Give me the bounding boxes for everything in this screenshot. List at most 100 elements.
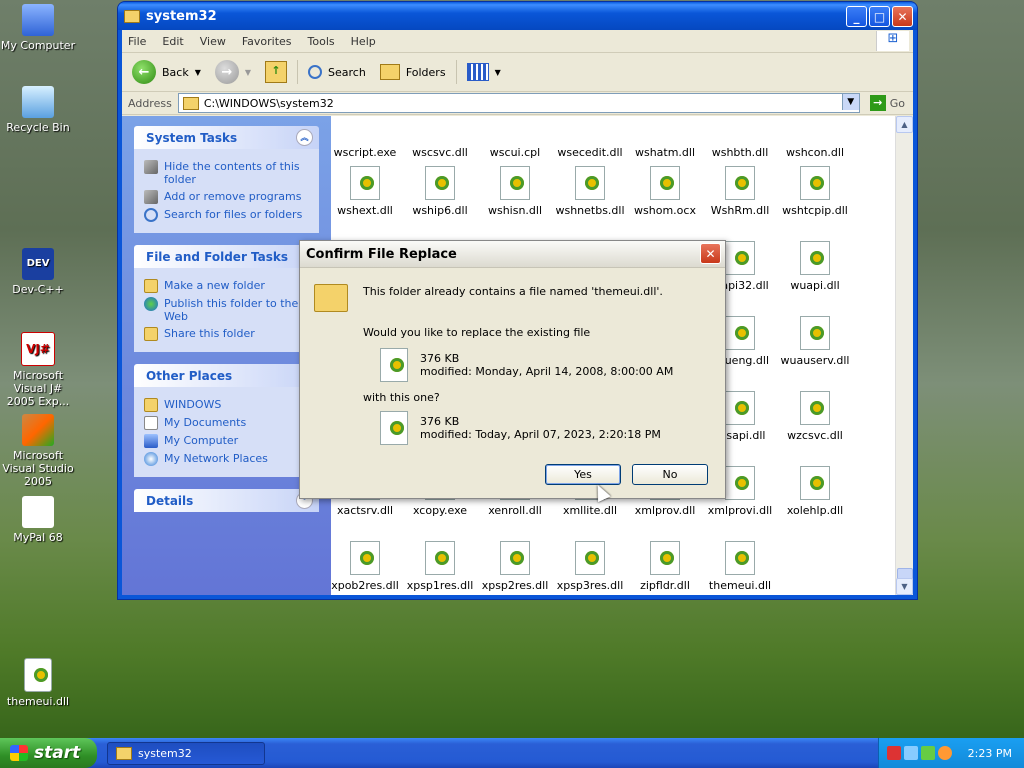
- file-item[interactable]: xpob2res.dll: [331, 541, 404, 592]
- clock[interactable]: 2:23 PM: [968, 747, 1012, 760]
- scroll-down-icon[interactable]: ▼: [896, 578, 913, 595]
- menu-favorites[interactable]: Favorites: [242, 35, 292, 48]
- maximize-button[interactable]: □: [869, 6, 890, 27]
- file-item[interactable]: wzcsvc.dll: [776, 391, 854, 442]
- task-publish-web[interactable]: Publish this folder to the Web: [144, 297, 309, 323]
- dll-file-icon: [575, 166, 605, 200]
- forward-dropdown-icon[interactable]: ▼: [245, 68, 251, 77]
- taskbar-item-system32[interactable]: system32: [107, 741, 265, 765]
- file-name: wshnetbs.dll: [555, 204, 625, 217]
- file-item[interactable]: wscsvc.dll: [401, 116, 479, 159]
- file-item[interactable]: wship6.dll: [401, 166, 479, 217]
- desktop-icon-label: Microsoft Visual Studio 2005: [2, 449, 74, 488]
- menu-help[interactable]: Help: [351, 35, 376, 48]
- mypal-icon: [22, 496, 54, 528]
- menu-file[interactable]: File: [128, 35, 146, 48]
- window-titlebar[interactable]: system32 _ □ ✕: [118, 2, 917, 30]
- minimize-button[interactable]: _: [846, 6, 867, 27]
- folders-button[interactable]: Folders: [376, 62, 450, 82]
- menu-tools[interactable]: Tools: [308, 35, 335, 48]
- search-button[interactable]: Search: [304, 63, 370, 81]
- up-button[interactable]: ↑: [261, 59, 291, 85]
- file-item[interactable]: xpsp2res.dll: [476, 541, 554, 592]
- desktop-icon-dev-cpp[interactable]: DEV Dev-C++: [0, 248, 78, 296]
- search-tray-icon[interactable]: [938, 746, 952, 760]
- file-item[interactable]: wshtcpip.dll: [776, 166, 854, 217]
- desktop-icon-label: My Computer: [0, 39, 76, 52]
- task-hide-contents[interactable]: Hide the contents of this folder: [144, 160, 309, 186]
- desktop-icon-my-computer[interactable]: My Computer: [0, 4, 78, 52]
- dialog-with-label: with this one?: [363, 391, 440, 404]
- file-name: wship6.dll: [412, 204, 468, 217]
- dialog-titlebar[interactable]: Confirm File Replace ✕: [300, 241, 725, 268]
- file-item[interactable]: wshnetbs.dll: [551, 166, 629, 217]
- forward-button[interactable]: → ▼: [211, 58, 255, 86]
- dll-file-icon: [425, 166, 455, 200]
- file-item[interactable]: wshisn.dll: [476, 166, 554, 217]
- file-item[interactable]: wscript.exe: [331, 116, 404, 159]
- back-arrow-icon: ←: [132, 60, 156, 84]
- place-my-network-places[interactable]: My Network Places: [144, 452, 309, 466]
- back-button[interactable]: ← Back ▼: [128, 58, 205, 86]
- place-my-documents[interactable]: My Documents: [144, 416, 309, 430]
- dll-file-icon: [500, 541, 530, 575]
- recycle-bin-icon: [22, 86, 54, 118]
- desktop-icon-recycle-bin[interactable]: Recycle Bin: [0, 86, 78, 134]
- file-item[interactable]: wuapi.dll: [776, 241, 854, 292]
- file-item[interactable]: wshatm.dll: [626, 116, 704, 159]
- file-item[interactable]: WshRm.dll: [701, 166, 779, 217]
- search-icon: [308, 65, 323, 79]
- desktop-icon-label: Microsoft Visual J# 2005 Exp...: [6, 369, 70, 408]
- antivirus-tray-icon[interactable]: [887, 746, 901, 760]
- task-search-files[interactable]: Search for files or folders: [144, 208, 309, 222]
- file-item[interactable]: wscui.cpl: [476, 116, 554, 159]
- start-button[interactable]: start: [0, 738, 97, 768]
- back-dropdown-icon[interactable]: ▼: [195, 68, 201, 77]
- file-item[interactable]: wuauserv.dll: [776, 316, 854, 367]
- panel-header[interactable]: Details ︾: [134, 489, 319, 512]
- panel-header[interactable]: System Tasks ︽: [134, 126, 319, 149]
- views-button[interactable]: ▼: [463, 61, 505, 83]
- desktop-icon-themeui[interactable]: themeui.dll: [0, 658, 78, 708]
- collapse-icon[interactable]: ︽: [296, 129, 313, 146]
- task-add-remove-programs[interactable]: Add or remove programs: [144, 190, 309, 204]
- address-dropdown-icon[interactable]: ▼: [841, 94, 859, 110]
- file-item[interactable]: wsecedit.dll: [551, 116, 629, 159]
- address-value: C:\WINDOWS\system32: [203, 96, 334, 110]
- task-new-folder[interactable]: Make a new folder: [144, 279, 309, 293]
- file-item[interactable]: wshcon.dll: [776, 116, 854, 159]
- file-item[interactable]: xpsp3res.dll: [551, 541, 629, 592]
- menu-edit[interactable]: Edit: [162, 35, 183, 48]
- folders-icon: [379, 64, 400, 80]
- file-item[interactable]: zipfldr.dll: [626, 541, 704, 592]
- panel-header[interactable]: File and Folder Tasks: [134, 245, 319, 268]
- file-item[interactable]: xpsp1res.dll: [401, 541, 479, 592]
- go-button[interactable]: → Go: [869, 95, 913, 111]
- file-item[interactable]: wshom.ocx: [626, 166, 704, 217]
- menu-view[interactable]: View: [200, 35, 226, 48]
- close-button[interactable]: ✕: [892, 6, 913, 27]
- desktop-icon-visual-studio[interactable]: Microsoft Visual Studio 2005: [0, 414, 78, 488]
- file-item[interactable]: themeui.dll: [701, 541, 779, 592]
- scroll-up-icon[interactable]: ▲: [896, 116, 913, 133]
- file-name: wshtcpip.dll: [782, 204, 848, 217]
- file-item[interactable]: wshbth.dll: [701, 116, 779, 159]
- file-item[interactable]: wshext.dll: [331, 166, 404, 217]
- security-tray-icon[interactable]: [921, 746, 935, 760]
- search-icon: [144, 208, 158, 222]
- desktop-icon-mypal[interactable]: MyPal 68: [0, 496, 78, 544]
- task-share-folder[interactable]: Share this folder: [144, 327, 309, 341]
- place-windows[interactable]: WINDOWS: [144, 398, 309, 412]
- file-name: wscui.cpl: [489, 146, 541, 159]
- panel-header[interactable]: Other Places: [134, 364, 319, 387]
- no-button[interactable]: No: [632, 464, 708, 485]
- file-item[interactable]: xolehlp.dll: [776, 466, 854, 517]
- place-my-computer[interactable]: My Computer: [144, 434, 309, 448]
- dialog-close-button[interactable]: ✕: [700, 243, 721, 264]
- replace-folder-icon: [314, 284, 348, 312]
- address-input[interactable]: C:\WINDOWS\system32 ▼: [177, 93, 860, 113]
- vertical-scrollbar[interactable]: ▲ ▼: [895, 116, 913, 595]
- desktop-icon-visual-jsharp[interactable]: VJ# Microsoft Visual J# 2005 Exp...: [0, 332, 78, 408]
- network-tray-icon[interactable]: [904, 746, 918, 760]
- yes-button[interactable]: Yes: [545, 464, 621, 485]
